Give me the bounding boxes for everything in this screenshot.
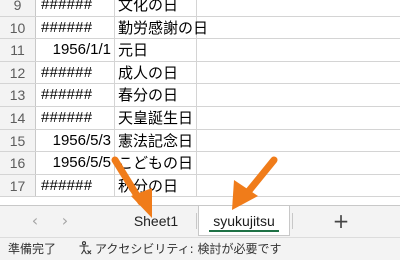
sheet-tab-label: Sheet1 xyxy=(133,213,179,229)
cell-empty[interactable] xyxy=(197,17,400,39)
active-tab-underline xyxy=(209,230,279,232)
cell-empty[interactable] xyxy=(197,39,400,61)
table-row: 10 ###### 勤労感謝の日 xyxy=(0,16,400,40)
row-header[interactable]: 16 xyxy=(0,152,36,174)
sheet-tab-syukujitsu[interactable]: syukujitsu xyxy=(198,206,290,236)
cell-holiday-name[interactable]: 天皇誕生日 xyxy=(115,107,197,129)
cell-empty[interactable] xyxy=(197,62,400,84)
table-row: 17 ###### 秋分の日 xyxy=(0,174,400,198)
cell-date[interactable]: 1956/5/5 xyxy=(36,152,115,174)
accessibility-status-text: アクセシビリティ: 検討が必要です xyxy=(95,242,282,256)
cell-holiday-name[interactable]: 元日 xyxy=(115,39,197,61)
row-header[interactable]: 9 xyxy=(0,0,36,16)
cell-empty[interactable] xyxy=(197,84,400,106)
cell-date[interactable]: ###### xyxy=(36,174,115,197)
sheet-tab-bar: ‹ › Sheet1 syukujitsu + xyxy=(0,205,400,237)
table-row: 13 ###### 春分の日 xyxy=(0,84,400,107)
tab-divider xyxy=(292,213,293,229)
cell-date[interactable]: ###### xyxy=(36,61,115,84)
cell-holiday-name[interactable]: 勤労感謝の日 xyxy=(115,16,208,39)
cell-empty[interactable] xyxy=(197,0,400,16)
cell-holiday-name[interactable]: こどもの日 xyxy=(115,152,197,174)
row-header[interactable]: 15 xyxy=(0,129,36,152)
cell-empty[interactable] xyxy=(197,175,400,197)
row-header[interactable]: 10 xyxy=(0,16,36,39)
row-header[interactable]: 17 xyxy=(0,174,36,197)
table-row: 15 1956/5/3 憲法記念日 xyxy=(0,129,400,153)
cell-holiday-name[interactable]: 憲法記念日 xyxy=(115,129,197,152)
table-row: 11 1956/1/1 元日 xyxy=(0,39,400,62)
table-row: 12 ###### 成人の日 xyxy=(0,61,400,85)
table-row: 14 ###### 天皇誕生日 xyxy=(0,107,400,130)
cell-holiday-name[interactable]: 秋分の日 xyxy=(115,174,197,197)
status-bar: 準備完了 アクセシビリティ: 検討が必要です xyxy=(0,237,400,260)
cell-empty[interactable] xyxy=(197,152,400,174)
scroll-tabs-right-icon[interactable]: › xyxy=(56,212,74,230)
cell-holiday-name[interactable]: 成人の日 xyxy=(115,61,197,84)
tab-divider xyxy=(196,213,197,229)
status-ready-text: 準備完了 xyxy=(8,242,57,256)
accessibility-icon xyxy=(79,241,92,255)
cell-empty[interactable] xyxy=(197,107,400,129)
cell-holiday-name[interactable]: 春分の日 xyxy=(115,84,197,106)
cell-date[interactable]: ###### xyxy=(36,84,115,106)
row-header[interactable]: 11 xyxy=(0,39,36,61)
cell-date[interactable]: 1956/1/1 xyxy=(36,39,115,61)
sheet-tab-label: syukujitsu xyxy=(213,213,275,229)
accessibility-checker[interactable]: アクセシビリティ: 検討が必要です xyxy=(78,238,282,260)
cell-date[interactable]: ###### xyxy=(36,0,115,16)
cell-empty[interactable] xyxy=(197,130,400,152)
cell-date[interactable]: ###### xyxy=(36,107,115,129)
table-row: 9 ###### 文化の日 xyxy=(0,0,400,17)
spreadsheet-grid[interactable]: 9 ###### 文化の日 10 ###### 勤労感謝の日 11 1956/1/1 元日 12 #… xyxy=(0,0,400,205)
cell-holiday-name[interactable]: 文化の日 xyxy=(115,0,197,16)
table-row: 16 1956/5/5 こどもの日 xyxy=(0,152,400,175)
cell-date[interactable]: 1956/5/3 xyxy=(36,129,115,152)
row-header[interactable]: 12 xyxy=(0,61,36,84)
row-header[interactable]: 14 xyxy=(0,107,36,129)
cell-date[interactable]: ###### xyxy=(36,16,115,39)
add-sheet-icon[interactable]: + xyxy=(330,210,352,232)
row-header[interactable]: 13 xyxy=(0,84,36,106)
scroll-tabs-left-icon[interactable]: ‹ xyxy=(26,212,44,230)
sheet-tab-sheet1[interactable]: Sheet1 xyxy=(118,206,194,236)
